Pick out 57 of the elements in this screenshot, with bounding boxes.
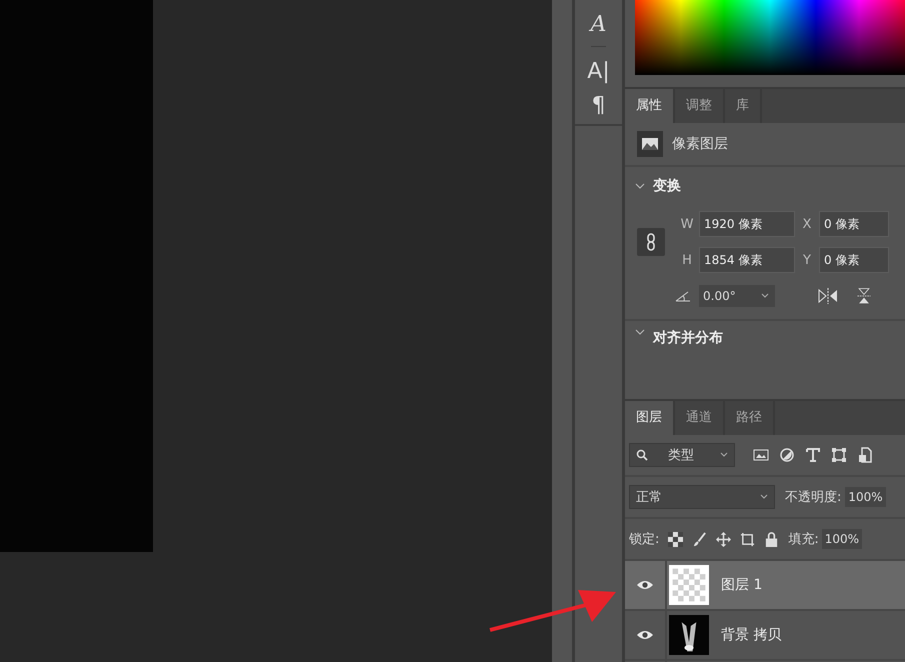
- blend-mode-dropdown[interactable]: 正常: [629, 485, 775, 509]
- smart-object-icon[interactable]: [857, 447, 873, 463]
- image-icon: [637, 131, 663, 157]
- panel-tab[interactable]: 调整: [675, 89, 725, 123]
- layer-type-label: 像素图层: [672, 135, 728, 153]
- link-icon[interactable]: [637, 228, 665, 256]
- checkerboard-icon[interactable]: [668, 532, 684, 546]
- chevron-down-icon[interactable]: [635, 183, 645, 189]
- lock-label: 锁定:: [629, 531, 660, 548]
- panel-tab[interactable]: 图层: [625, 401, 675, 435]
- move-icon[interactable]: [716, 532, 732, 546]
- flip-horizontal-icon[interactable]: [817, 287, 839, 305]
- field-label: W: [680, 216, 694, 232]
- type-filter-icon[interactable]: [805, 447, 821, 463]
- tool-button[interactable]: A|: [587, 57, 610, 87]
- color-spectrum[interactable]: [635, 0, 905, 75]
- crop-icon[interactable]: [740, 532, 756, 546]
- search-icon: [636, 449, 648, 461]
- layer-name: 图层 1: [721, 576, 762, 594]
- input-field[interactable]: 1920 像素: [699, 211, 795, 237]
- half-circle-icon[interactable]: [779, 447, 795, 463]
- filter-dropdown[interactable]: 类型: [629, 443, 735, 467]
- input-field[interactable]: 0 像素: [819, 247, 889, 273]
- panel-tab[interactable]: 属性: [625, 89, 675, 123]
- input-field[interactable]: 0 像素: [819, 211, 889, 237]
- image-filter-icon[interactable]: [753, 447, 769, 463]
- opacity-label: 不透明度:: [785, 489, 842, 506]
- caret-icon: [719, 452, 729, 458]
- tool-button[interactable]: A: [590, 10, 606, 47]
- section-title: 对齐并分布: [653, 329, 723, 347]
- layer-thumbnail: [669, 565, 709, 605]
- fill-field[interactable]: 100%: [822, 529, 862, 549]
- opacity-field[interactable]: 100%: [845, 487, 886, 507]
- tool-button[interactable]: ¶: [592, 91, 606, 121]
- field-label: H: [681, 252, 693, 268]
- layer-thumbnail: [669, 615, 709, 655]
- chevron-down-icon[interactable]: [635, 329, 645, 335]
- angle-dropdown[interactable]: 0.00°: [699, 285, 775, 307]
- brush-icon[interactable]: [692, 532, 708, 546]
- layer-row[interactable]: 图层 1: [625, 561, 905, 611]
- eye-icon[interactable]: [636, 629, 654, 641]
- layer-row[interactable]: 背景 拷贝: [625, 611, 905, 661]
- panel-tab[interactable]: 通道: [675, 401, 725, 435]
- caret-icon: [759, 494, 769, 500]
- shape-filter-icon[interactable]: [831, 447, 847, 463]
- eye-icon[interactable]: [636, 579, 654, 591]
- caret-icon: [760, 293, 770, 299]
- angle-icon: [675, 290, 691, 302]
- fill-label: 填充:: [788, 531, 819, 548]
- panel-tab[interactable]: 库: [725, 89, 762, 123]
- section-title: 变换: [653, 177, 681, 195]
- input-field[interactable]: 1854 像素: [699, 247, 795, 273]
- layer-name: 背景 拷贝: [721, 626, 782, 644]
- panel-tab[interactable]: 路径: [725, 401, 775, 435]
- field-label: X: [802, 216, 812, 232]
- field-label: Y: [802, 252, 812, 268]
- lock-icon[interactable]: [764, 532, 780, 546]
